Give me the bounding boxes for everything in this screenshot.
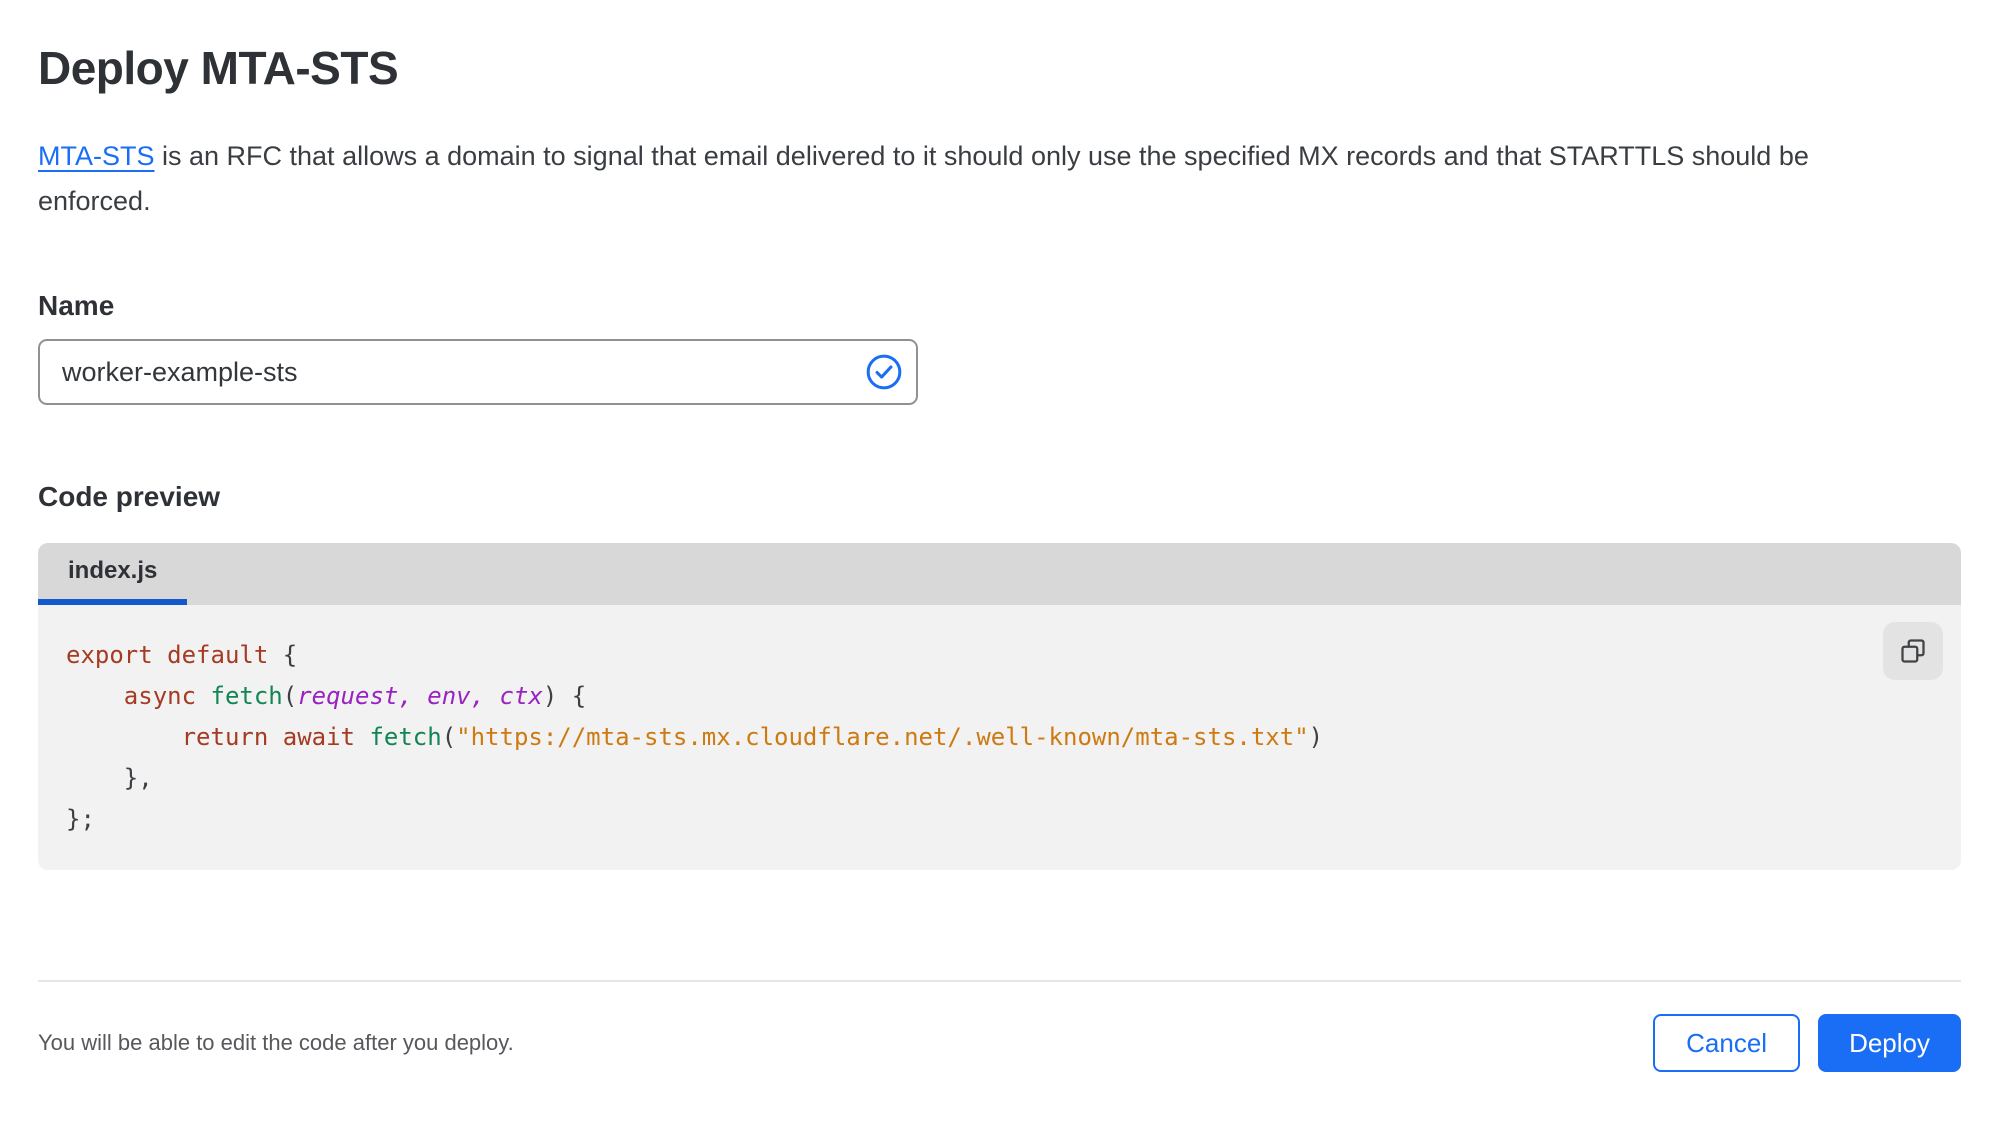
- code-line: async fetch(request, env, ctx) {: [123, 682, 587, 710]
- code-line: export default {: [66, 641, 298, 669]
- code-content: export default { async fetch(request, en…: [66, 635, 1871, 840]
- deploy-mta-sts-page: Deploy MTA-STS MTA-STS is an RFC that al…: [0, 40, 1999, 1138]
- intro-text-body: is an RFC that allows a domain to signal…: [38, 141, 1809, 216]
- copy-icon: [1901, 639, 1925, 663]
- footer-note: You will be able to edit the code after …: [38, 1030, 514, 1055]
- footer: You will be able to edit the code after …: [38, 1014, 1961, 1072]
- name-input-wrap: [38, 339, 918, 405]
- code-area: export default { async fetch(request, en…: [38, 605, 1961, 870]
- deploy-button[interactable]: Deploy: [1818, 1014, 1961, 1072]
- page-title: Deploy MTA-STS: [38, 42, 399, 94]
- name-input[interactable]: [38, 339, 918, 405]
- footer-divider: [38, 980, 1961, 982]
- code-tab-bar: index.js: [38, 543, 1961, 605]
- mta-sts-link[interactable]: MTA-STS: [38, 141, 155, 171]
- footer-actions: Cancel Deploy: [1653, 1014, 1961, 1072]
- check-circle-icon: [866, 354, 902, 390]
- code-line: },: [66, 764, 153, 792]
- name-label: Name: [38, 290, 115, 321]
- copy-code-button[interactable]: [1883, 622, 1943, 680]
- intro-text: MTA-STS is an RFC that allows a domain t…: [38, 134, 1838, 224]
- code-line: return await fetch("https://mta-sts.mx.c…: [181, 723, 1324, 751]
- tab-index-js[interactable]: index.js: [38, 543, 188, 605]
- code-preview-heading: Code preview: [38, 481, 221, 512]
- code-preview-block: index.js export default { async fetch(re…: [38, 543, 1961, 870]
- code-line: };: [66, 805, 95, 833]
- cancel-button[interactable]: Cancel: [1653, 1014, 1801, 1072]
